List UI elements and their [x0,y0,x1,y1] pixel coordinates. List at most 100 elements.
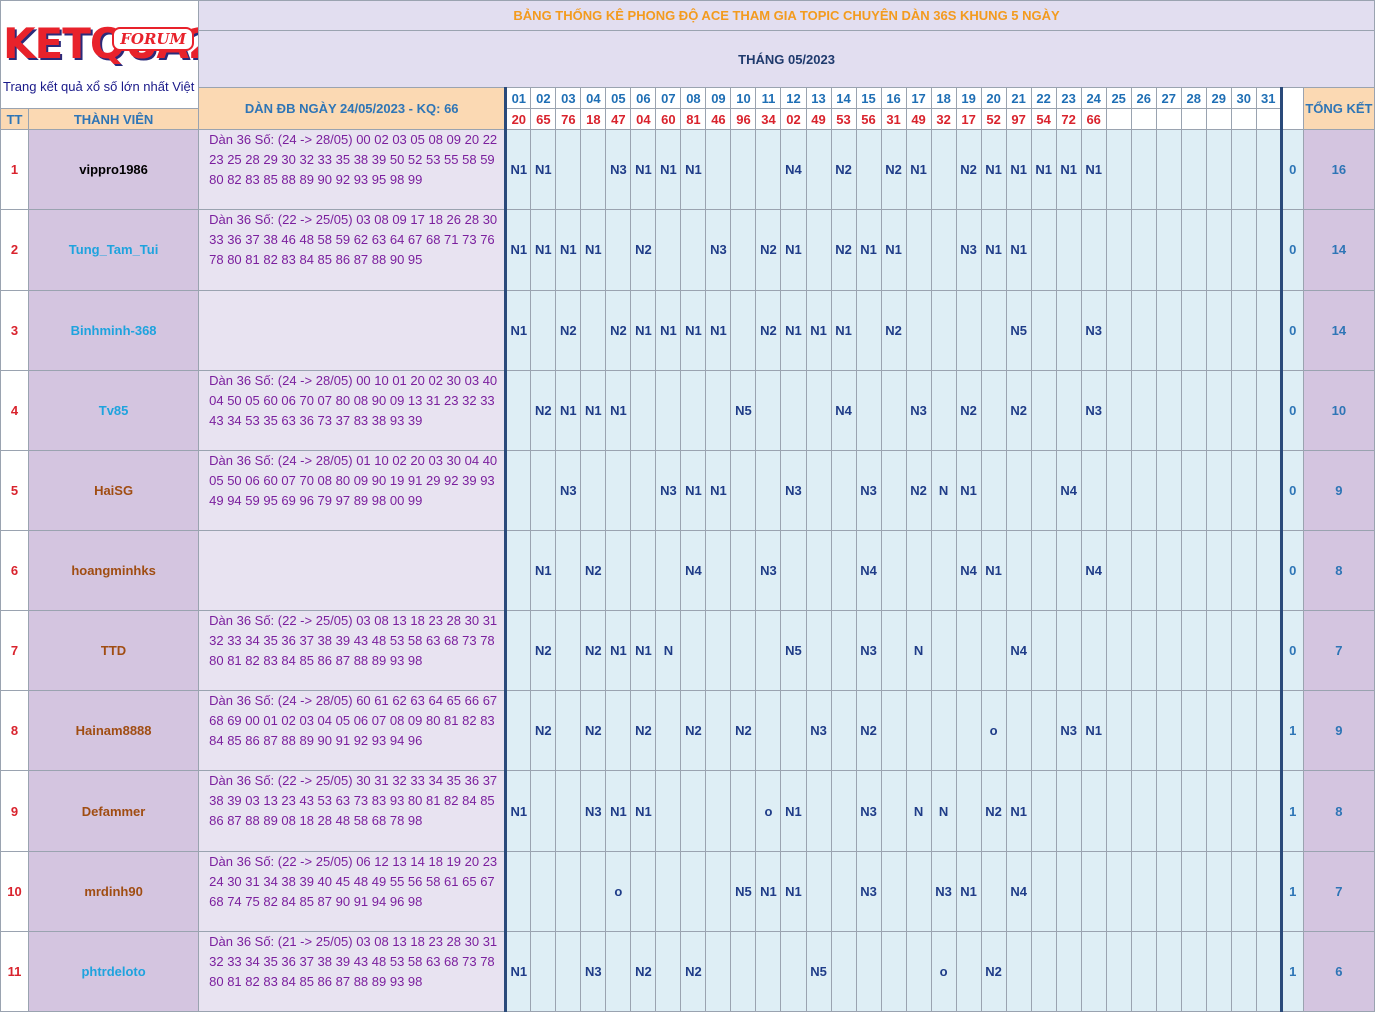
day-mark: N2 [980,930,1007,1012]
day-mark [1155,529,1182,612]
day-mark [1230,209,1257,291]
day-header: 25 [1105,87,1132,110]
day-mark [680,770,707,852]
day-mark [1180,850,1207,932]
day-mark [1255,209,1283,291]
day-mark: N4 [1005,850,1032,932]
day-mark: N1 [780,850,807,932]
day-header: 05 [605,87,632,110]
day-mark [880,610,907,692]
day-header: 30 [1230,87,1257,110]
day-mark [1230,449,1257,532]
day-mark [1255,610,1283,692]
member-name: TTD [28,610,200,692]
day-mark [930,690,957,772]
day-mark: N1 [630,289,657,371]
day-mark: N3 [780,449,807,532]
day-mark: N4 [830,369,857,451]
day-mark [880,850,907,932]
day-mark: N2 [630,690,657,772]
day-mark [980,449,1007,532]
day-mark [1130,770,1157,852]
day-mark: N1 [630,770,657,852]
day-mark [1130,289,1157,371]
day-mark [655,529,682,612]
day-mark [1205,449,1232,532]
day-mark [980,369,1007,451]
day-mark [1205,610,1232,692]
day-mark [805,850,832,932]
day-mark [705,369,732,451]
member-header: THÀNH VIÊN [28,108,200,131]
day-mark [1230,129,1257,211]
day-mark: N4 [680,529,707,612]
day-mark: N1 [980,529,1007,612]
day-header: 31 [1255,87,1283,110]
day-mark: N5 [730,369,757,451]
day-mark [905,529,932,612]
day-mark: N1 [780,289,807,371]
day-mark [880,529,907,612]
day-mark: N1 [530,529,557,612]
day-header: 22 [1030,87,1057,110]
result-cell: 60 [655,108,682,131]
day-mark: N5 [1005,289,1032,371]
day-mark: N4 [780,129,807,211]
day-mark [955,690,982,772]
day-mark [1205,850,1232,932]
day-mark [880,770,907,852]
result-cell: 96 [730,108,757,131]
miss-count: 1 [1280,690,1304,772]
total-count: 8 [1302,529,1375,612]
day-mark [980,850,1007,932]
day-mark [1255,289,1283,371]
result-cell: 20 [504,108,532,131]
day-mark [1130,449,1157,532]
day-mark [980,289,1007,371]
day-header: 13 [805,87,832,110]
day-mark: N3 [705,209,732,291]
day-mark: N1 [504,289,532,371]
day-mark: N1 [1005,129,1032,211]
day-mark [630,369,657,451]
day-mark [880,690,907,772]
day-mark [655,209,682,291]
total-count: 9 [1302,690,1375,772]
miss-count: 0 [1280,449,1304,532]
result-cell: 32 [930,108,957,131]
day-header: 14 [830,87,857,110]
miss-count: 1 [1280,930,1304,1012]
day-mark [1105,369,1132,451]
day-mark [1030,369,1057,451]
day-mark: N1 [504,930,532,1012]
day-mark [1205,770,1232,852]
day-mark [805,209,832,291]
spacer [1280,87,1304,131]
row-index: 3 [0,289,30,371]
day-mark [1180,930,1207,1012]
day-mark [1180,369,1207,451]
result-cell: 53 [830,108,857,131]
day-mark [1180,770,1207,852]
day-mark [1080,930,1107,1012]
day-mark: N4 [955,529,982,612]
day-mark [905,289,932,371]
result-cell [1255,108,1283,131]
dan-numbers: Dàn 36 Số: (22 -> 25/05) 03 08 13 18 23 … [209,613,498,669]
day-mark: N1 [580,369,607,451]
day-mark: N3 [855,770,882,852]
total-count: 14 [1302,209,1375,291]
day-mark [1205,129,1232,211]
day-mark [930,289,957,371]
day-mark [655,770,682,852]
total-header: TỔNG KẾT [1302,87,1375,131]
day-mark [1155,850,1182,932]
dan-numbers: Dàn 36 Số: (21 -> 25/05) 03 08 13 18 23 … [209,933,498,989]
day-mark [905,209,932,291]
day-mark [730,529,757,612]
day-mark [630,449,657,532]
total-count: 8 [1302,770,1375,852]
day-mark: N1 [705,289,732,371]
day-mark: N2 [530,610,557,692]
day-mark [1230,529,1257,612]
